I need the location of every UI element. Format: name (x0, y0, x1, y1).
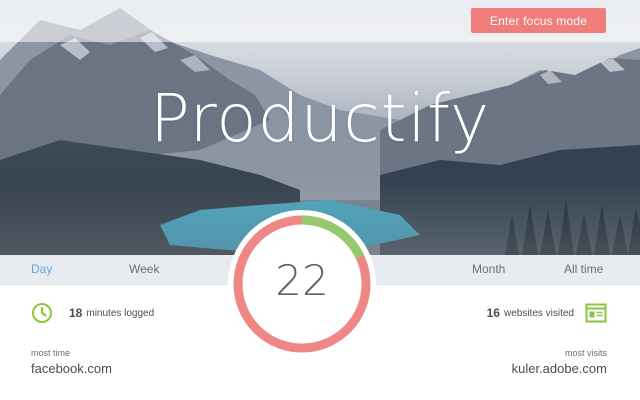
websites-visited-stat: 16 websites visited (487, 302, 607, 324)
tab-week[interactable]: Week (129, 262, 159, 276)
tab-day[interactable]: Day (31, 262, 52, 276)
tab-month[interactable]: Month (472, 262, 505, 276)
websites-label: websites visited (503, 307, 574, 319)
tab-all-time[interactable]: All time (564, 262, 603, 276)
productivity-ring: 22 (228, 210, 376, 358)
most-visits-block: most visits kuler.adobe.com (512, 348, 607, 376)
most-visits-site[interactable]: kuler.adobe.com (512, 361, 607, 376)
most-time-site[interactable]: facebook.com (31, 361, 112, 376)
most-visits-caption: most visits (564, 348, 607, 358)
minutes-value: 18 (69, 306, 83, 320)
ring-value: 22 (275, 256, 329, 305)
websites-value: 16 (486, 306, 500, 320)
browser-window-icon (585, 303, 607, 323)
app-title: Productify (149, 80, 491, 157)
most-time-block: most time facebook.com (31, 348, 112, 376)
clock-icon (32, 303, 52, 323)
minutes-label: minutes logged (86, 307, 155, 319)
most-time-caption: most time (31, 348, 71, 358)
enter-focus-mode-button[interactable]: Enter focus mode (471, 8, 606, 33)
minutes-logged-stat: 18 minutes logged (31, 302, 154, 324)
